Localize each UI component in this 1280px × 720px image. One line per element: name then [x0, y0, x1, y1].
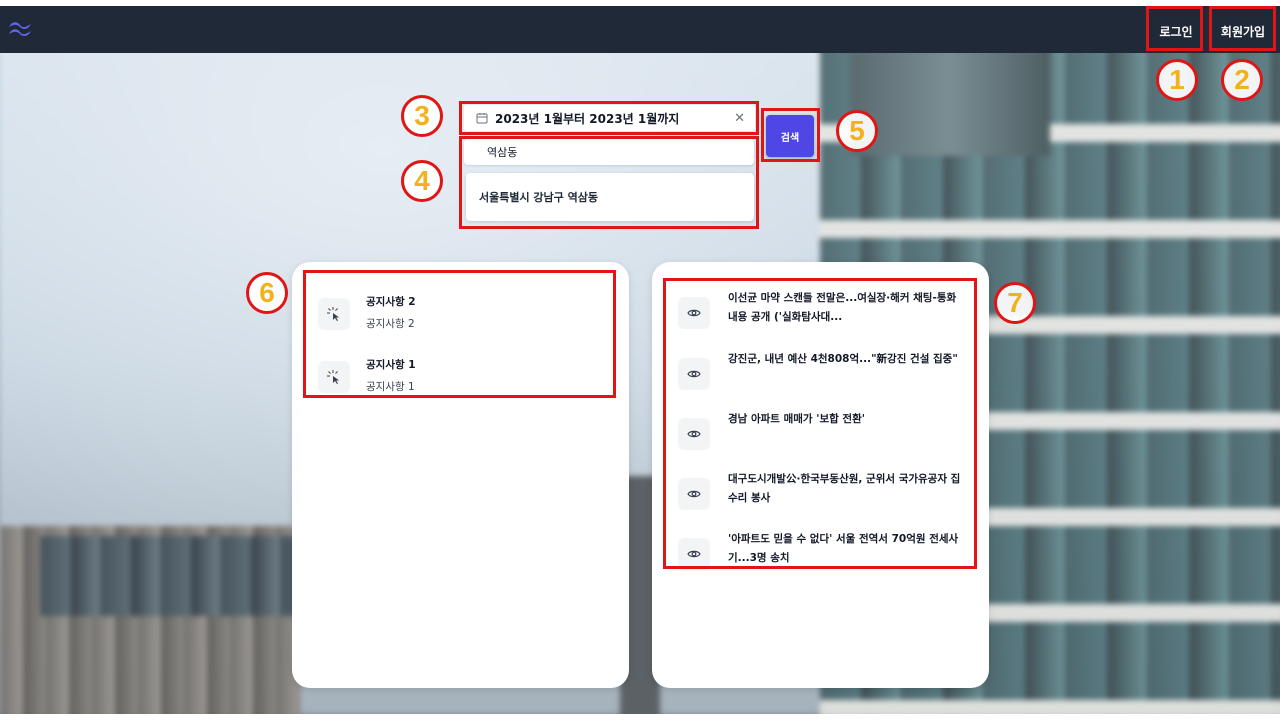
- cursor-click-icon: [318, 298, 350, 330]
- login-button[interactable]: 로그인: [1150, 16, 1202, 46]
- background-building-top: [850, 46, 1050, 156]
- tailwind-logo-icon[interactable]: [6, 18, 34, 40]
- date-range-input[interactable]: 2023년 1월부터 2023년 1월까지 ✕: [464, 105, 755, 131]
- eye-icon: [678, 478, 710, 510]
- news-item[interactable]: 대구도시개발公·한국부동산원, 군위서 국가유공자 집수리 봉사: [678, 470, 964, 522]
- notice-card: 공지사항 2 공지사항 2 공지사항 1 공지사항 1: [292, 262, 629, 688]
- annotation-number-3: 3: [401, 95, 443, 137]
- notice-subtitle: 공지사항 1: [366, 381, 415, 393]
- search-button[interactable]: 검색: [766, 115, 814, 157]
- notice-item[interactable]: 공지사항 1 공지사항 1: [318, 355, 598, 405]
- news-item[interactable]: '아파트도 믿을 수 없다' 서울 전역서 70억원 전세사기...3명 송치: [678, 530, 964, 582]
- annotation-number-1: 1: [1156, 59, 1198, 101]
- location-input[interactable]: 역삼동: [464, 139, 754, 165]
- news-headline: '아파트도 믿을 수 없다' 서울 전역서 70억원 전세사기...3명 송치: [728, 533, 959, 564]
- eye-icon: [678, 358, 710, 390]
- news-headline: 경남 아파트 매매가 '보합 전환': [728, 413, 865, 425]
- page-background: 로그인 회원가입 2023년 1월부터 2023년 1월까지 ✕ 역삼동 서울특…: [0, 6, 1280, 714]
- navbar: 로그인 회원가입: [0, 6, 1280, 53]
- annotation-number-7: 7: [994, 282, 1036, 324]
- background-city-skyline: [40, 536, 300, 616]
- cursor-click-icon: [318, 361, 350, 393]
- date-range-text: 2023년 1월부터 2023년 1월까지: [495, 111, 680, 126]
- news-item[interactable]: 이선균 마약 스캔들 전말은...여실장·해커 채팅-통화 내용 공개 ('실화…: [678, 289, 964, 341]
- news-item[interactable]: 경남 아파트 매매가 '보합 전환': [678, 410, 964, 462]
- notice-item[interactable]: 공지사항 2 공지사항 2: [318, 292, 598, 342]
- eye-icon: [678, 418, 710, 450]
- news-item[interactable]: 강진군, 내년 예산 4천808억..."新강진 건설 집중": [678, 350, 964, 402]
- calendar-icon: [476, 113, 488, 124]
- news-headline: 강진군, 내년 예산 4천808억..."新강진 건설 집중": [728, 353, 958, 365]
- news-card: 이선균 마약 스캔들 전말은...여실장·해커 채팅-통화 내용 공개 ('실화…: [652, 262, 989, 688]
- news-headline: 이선균 마약 스캔들 전말은...여실장·해커 채팅-통화 내용 공개 ('실화…: [728, 292, 957, 323]
- notice-subtitle: 공지사항 2: [366, 318, 415, 330]
- notice-title: 공지사항 2: [366, 296, 416, 308]
- close-icon[interactable]: ✕: [734, 111, 745, 126]
- location-suggestion[interactable]: 서울특별시 강남구 역삼동: [466, 173, 754, 221]
- eye-icon: [678, 538, 710, 570]
- annotation-number-4: 4: [401, 160, 443, 202]
- signup-button[interactable]: 회원가입: [1212, 16, 1274, 46]
- annotation-number-2: 2: [1221, 59, 1263, 101]
- eye-icon: [678, 297, 710, 329]
- annotation-number-6: 6: [246, 272, 288, 314]
- notice-title: 공지사항 1: [366, 359, 416, 371]
- annotation-number-5: 5: [836, 110, 878, 152]
- news-headline: 대구도시개발公·한국부동산원, 군위서 국가유공자 집수리 봉사: [728, 473, 961, 504]
